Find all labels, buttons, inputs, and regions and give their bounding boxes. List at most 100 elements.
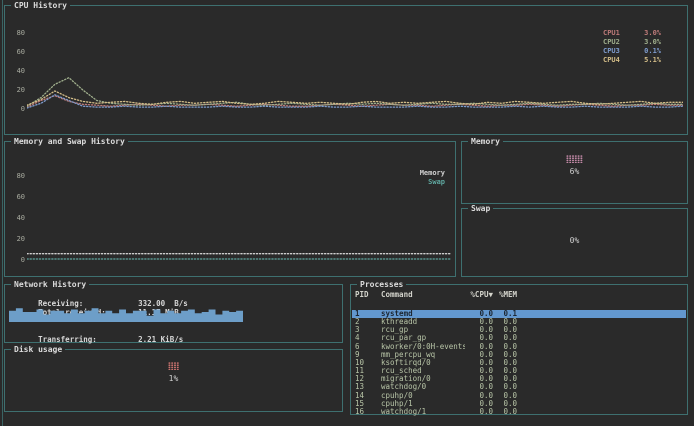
process-command: systemd [381,310,465,318]
y-tick-label: 0 [9,256,25,264]
cpu-legend-value: 3.0% [644,29,661,38]
process-command: migration/0 [381,375,465,383]
process-pid: 12 [355,375,381,383]
column-header-command[interactable]: Command [381,291,465,299]
process-cpu: 0.0 [465,326,493,334]
processes-panel: Processes PIDCommand%CPU▼%MEM 1systemd0.… [350,284,688,415]
process-command: rcu_gp [381,326,465,334]
process-pid: 10 [355,359,381,367]
process-cpu: 0.0 [465,343,493,351]
process-cpu: 0.0 [465,310,493,318]
process-mem: 0.0 [493,367,517,375]
process-command: kworker/0:0H-events_high [381,343,465,351]
process-cpu: 0.0 [465,392,493,400]
memory-panel: Memory 6% [461,141,688,204]
disk-usage-title: Disk usage [11,345,65,354]
process-row[interactable]: 9mm_percpu_wq0.00.0 [352,351,686,359]
process-pid: 1 [355,310,381,318]
process-row[interactable]: 6kworker/0:0H-events_high0.00.0 [352,343,686,351]
process-cpu: 0.0 [465,359,493,367]
y-tick-label: 80 [9,29,25,37]
process-mem: 0.0 [493,351,517,359]
y-tick-label: 20 [9,86,25,94]
process-row[interactable]: 4rcu_par_gp0.00.0 [352,334,686,342]
process-command: kthreadd [381,318,465,326]
process-command: rcu_par_gp [381,334,465,342]
y-tick-label: 40 [9,67,25,75]
column-header-cpu[interactable]: %CPU▼ [465,291,493,299]
memory-swap-legend: MemorySwap [420,169,445,187]
transferring-label: Transferring: [38,336,138,344]
process-row[interactable]: 11rcu_sched0.00.0 [352,367,686,375]
processes-title: Processes [357,280,406,289]
process-row[interactable]: 13watchdog/00.00.0 [352,383,686,391]
swap-panel: Swap 0% [461,208,688,277]
memory-percent: 6% [462,167,687,176]
cpu-legend-entry: CPU1 3.0% [603,29,661,38]
process-row[interactable]: 14cpuhp/00.00.0 [352,392,686,400]
process-pid: 15 [355,400,381,408]
memswap-legend-entry: Swap [420,178,445,187]
network-history-panel: Network History Receiving:332.00 B/s Tot… [4,284,343,343]
network-received-sparkline [9,307,243,322]
process-row[interactable]: 12migration/00.00.0 [352,375,686,383]
cpu-legend-value: 0.1% [644,47,661,56]
terminal-left-border [2,0,3,426]
process-pid: 16 [355,408,381,416]
process-cpu: 0.0 [465,334,493,342]
swap-percent: 0% [462,236,687,245]
process-cpu: 0.0 [465,383,493,391]
cpu-legend-value: 5.1% [644,56,661,65]
cpu-legend-label: CPU1 [603,29,620,38]
swap-title: Swap [468,204,493,213]
process-command: cpuhp/1 [381,400,465,408]
process-row[interactable]: 1systemd0.00.1 [352,310,686,318]
memory-swap-history-title: Memory and Swap History [11,137,128,146]
process-row[interactable]: 3rcu_gp0.00.0 [352,326,686,334]
memory-swap-chart [27,156,451,266]
process-row[interactable]: 15cpuhp/10.00.0 [352,400,686,408]
process-pid: 9 [355,351,381,359]
process-pid: 11 [355,367,381,375]
process-pid: 6 [355,343,381,351]
memory-usage-dots [566,155,583,163]
process-pid: 4 [355,334,381,342]
y-tick-label: 60 [9,48,25,56]
network-history-title: Network History [11,280,89,289]
memory-swap-history-panel: Memory and Swap History 020406080 Memory… [4,141,456,277]
process-mem: 0.0 [493,359,517,367]
process-cpu: 0.0 [465,375,493,383]
y-tick-label: 60 [9,193,25,201]
process-row[interactable]: 16watchdog/10.00.0 [352,408,686,416]
process-cpu: 0.0 [465,367,493,375]
y-tick-label: 0 [9,105,25,113]
cpu-legend-entry: CPU23.0% [603,38,661,47]
column-header-mem[interactable]: %MEM [493,291,517,299]
process-pid: 14 [355,392,381,400]
process-row[interactable]: 2kthreadd0.00.0 [352,318,686,326]
process-mem: 0.0 [493,334,517,342]
process-cpu: 0.0 [465,408,493,416]
disk-usage-panel: Disk usage 1% [4,349,343,412]
cpu-history-chart [27,13,683,117]
process-command: ksoftirqd/0 [381,359,465,367]
y-tick-label: 40 [9,214,25,222]
cpu-legend-entry: CPU45.1% [603,56,661,65]
cpu-legend-value: 3.0% [644,38,661,47]
process-pid: 2 [355,318,381,326]
cpu-history-title: CPU History [11,1,70,10]
process-command: cpuhp/0 [381,392,465,400]
process-cpu: 0.0 [465,351,493,359]
process-cpu: 0.0 [465,400,493,408]
process-pid: 3 [355,326,381,334]
process-mem: 0.0 [493,326,517,334]
process-mem: 0.0 [493,400,517,408]
column-header-pid[interactable]: PID [355,291,381,299]
process-command: mm_percpu_wq [381,351,465,359]
process-row[interactable]: 10ksoftirqd/00.00.0 [352,359,686,367]
process-mem: 0.1 [493,310,517,318]
process-mem: 0.0 [493,383,517,391]
memory-title: Memory [468,137,503,146]
cpu-legend-label: CPU3 [603,47,620,56]
process-command: watchdog/0 [381,383,465,391]
